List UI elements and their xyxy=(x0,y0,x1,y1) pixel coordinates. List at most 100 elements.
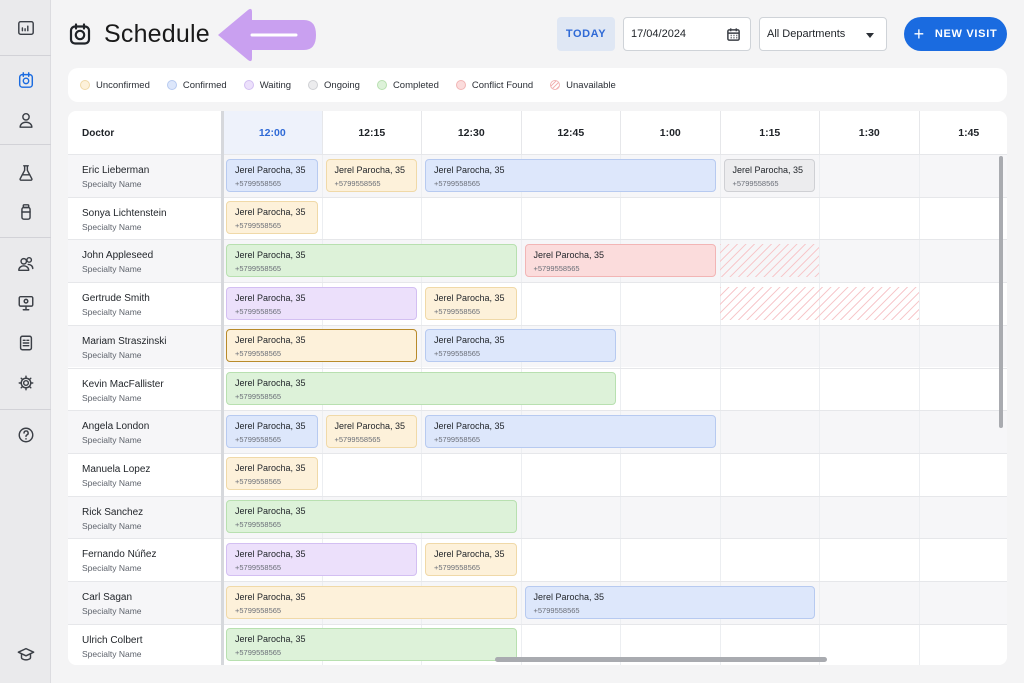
doctor-row[interactable]: Mariam Straszinski Specialty Name xyxy=(68,325,222,368)
appointment-card[interactable]: Jerel Parocha, 35 +5799558565 xyxy=(226,585,517,619)
new-visit-label: NEW VISIT xyxy=(934,28,998,40)
doctor-row[interactable]: John Appleseed Specialty Name xyxy=(68,239,222,282)
doctor-specialty: Specialty Name xyxy=(82,221,142,232)
appointment-card[interactable]: Jerel Parocha, 35 +5799558565 xyxy=(226,414,318,448)
patient-phone: +5799558565 xyxy=(235,605,282,615)
time-header: 12:00 xyxy=(222,111,322,154)
schedule-icon[interactable] xyxy=(0,62,51,98)
patient-phone: +5799558565 xyxy=(533,263,580,273)
patient-phone: +5799558565 xyxy=(235,434,282,444)
doctor-specialty: Specialty Name xyxy=(82,648,142,659)
page-title: Schedule xyxy=(104,19,210,48)
patient-phone: +5799558565 xyxy=(235,306,282,316)
appointment-card[interactable]: Jerel Parocha, 35 +5799558565 xyxy=(226,628,517,662)
appointment-card[interactable]: Jerel Parocha, 35 +5799558565 xyxy=(226,457,318,491)
patient-name: Jerel Parocha, 35 xyxy=(434,335,505,346)
patient-name: Jerel Parocha, 35 xyxy=(235,420,306,431)
patient-phone: +5799558565 xyxy=(434,306,481,316)
appointment-card[interactable]: Jerel Parocha, 35 +5799558565 xyxy=(425,158,716,192)
legend-swatch xyxy=(308,80,319,90)
appointment-card[interactable]: Jerel Parocha, 35 +5799558565 xyxy=(425,329,616,363)
legend-label: Confirmed xyxy=(182,79,227,91)
doctor-specialty: Specialty Name xyxy=(82,307,142,318)
legend-label: Unavailable xyxy=(566,79,616,91)
patient-name: Jerel Parocha, 35 xyxy=(334,164,406,175)
appointment-card[interactable]: Jerel Parocha, 35 +5799558565 xyxy=(425,414,716,448)
users-icon[interactable] xyxy=(0,246,51,282)
legend-label: Ongoing xyxy=(324,79,360,91)
legend-item-unc: Unconfirmed xyxy=(80,80,150,91)
doctor-name: Ulrich Colbert xyxy=(82,634,143,646)
legend-item-ong: Ongoing xyxy=(308,80,360,91)
doctor-row[interactable]: Kevin MacFallister Specialty Name xyxy=(68,368,222,411)
patient-name: Jerel Parocha, 35 xyxy=(235,164,306,175)
doctor-name: Manuela Lopez xyxy=(82,463,151,475)
appointment-card[interactable]: Jerel Parocha, 35 +5799558565 xyxy=(226,286,417,320)
doctor-name: Angela London xyxy=(82,421,150,433)
doctor-row[interactable]: Rick Sanchez Specialty Name xyxy=(68,496,222,539)
user-icon[interactable] xyxy=(0,102,51,138)
doctor-specialty: Specialty Name xyxy=(82,264,142,275)
calendar-clock-icon xyxy=(68,22,92,46)
appointment-card[interactable]: Jerel Parocha, 35 +5799558565 xyxy=(425,542,517,576)
new-visit-button[interactable]: + NEW VISIT xyxy=(904,17,1007,51)
doctor-row[interactable]: Fernando Núñez Specialty Name xyxy=(68,538,222,581)
doctor-row[interactable]: Sonya Lichtenstein Specialty Name xyxy=(68,197,222,240)
doctor-row[interactable]: Manuela Lopez Specialty Name xyxy=(68,453,222,496)
appointment-card[interactable]: Jerel Parocha, 35 +5799558565 xyxy=(524,585,815,619)
chevron-down-icon xyxy=(866,33,874,38)
today-button[interactable]: TODAY xyxy=(557,17,615,51)
appointment-card[interactable]: Jerel Parocha, 35 +5799558565 xyxy=(325,414,417,448)
legend-swatch xyxy=(243,80,254,90)
plus-icon: + xyxy=(913,24,925,44)
patient-name: Jerel Parocha, 35 xyxy=(434,548,505,559)
appointment-card[interactable]: Jerel Parocha, 35 +5799558565 xyxy=(723,158,815,192)
legend-swatch xyxy=(550,80,561,90)
department-select[interactable]: All Departments xyxy=(759,17,887,51)
appointment-card[interactable]: Jerel Parocha, 35 +5799558565 xyxy=(425,286,517,320)
bottle-icon[interactable] xyxy=(0,194,51,230)
help-icon[interactable] xyxy=(0,417,51,453)
doctor-row[interactable]: Ulrich Colbert Specialty Name xyxy=(68,624,222,665)
doctor-name: Fernando Núñez xyxy=(82,549,157,561)
appointment-card[interactable]: Jerel Parocha, 35 +5799558565 xyxy=(524,243,716,277)
legend-label: Conflict Found xyxy=(471,79,534,91)
page-header: Schedule xyxy=(68,16,210,52)
patient-phone: +5799558565 xyxy=(235,178,282,188)
doctor-row[interactable]: Gertrude Smith Specialty Name xyxy=(68,282,222,325)
patient-name: Jerel Parocha, 35 xyxy=(235,548,306,559)
gear-icon[interactable] xyxy=(0,365,51,401)
appointment-card[interactable]: Jerel Parocha, 35 +5799558565 xyxy=(226,542,417,576)
patient-phone: +5799558565 xyxy=(434,178,481,188)
unavailable-block xyxy=(719,286,919,320)
patient-phone: +5799558565 xyxy=(732,178,779,188)
appointment-card[interactable]: Jerel Parocha, 35 +5799558565 xyxy=(226,158,318,192)
patient-name: Jerel Parocha, 35 xyxy=(235,591,306,602)
flask-icon[interactable] xyxy=(0,155,51,191)
horizontal-scrollbar[interactable] xyxy=(495,657,827,662)
time-header: 12:45 xyxy=(520,111,621,154)
vertical-scrollbar[interactable] xyxy=(999,156,1003,428)
doctor-specialty: Specialty Name xyxy=(82,349,142,360)
appointment-card[interactable]: Jerel Parocha, 35 +5799558565 xyxy=(226,201,318,235)
appointment-card[interactable]: Jerel Parocha, 35 +5799558565 xyxy=(325,158,417,192)
doctor-name: Eric Lieberman xyxy=(82,165,150,176)
calendar-icon[interactable] xyxy=(726,27,741,42)
report-icon[interactable] xyxy=(0,325,51,361)
appointment-card[interactable]: Jerel Parocha, 35 +5799558565 xyxy=(226,372,616,405)
doctor-row[interactable]: Eric Lieberman Specialty Name xyxy=(68,154,222,197)
appointment-card[interactable]: Jerel Parocha, 35 +5799558565 xyxy=(226,243,517,277)
patient-name: Jerel Parocha, 35 xyxy=(533,591,605,602)
appointment-card[interactable]: Jerel Parocha, 35 +5799558565 xyxy=(226,329,417,363)
graduation-cap-icon[interactable] xyxy=(0,636,51,672)
doctor-row[interactable]: Angela London Specialty Name xyxy=(68,410,222,453)
legend-swatch xyxy=(80,80,90,90)
monitor-icon[interactable] xyxy=(0,285,51,321)
date-field[interactable]: 17/04/2024 xyxy=(623,17,751,51)
patient-name: Jerel Parocha, 35 xyxy=(235,292,306,303)
patient-name: Jerel Parocha, 35 xyxy=(434,420,505,431)
doctor-row[interactable]: Carl Sagan Specialty Name xyxy=(68,581,222,624)
dashboard-icon[interactable] xyxy=(0,10,51,46)
appointment-card[interactable]: Jerel Parocha, 35 +5799558565 xyxy=(226,500,517,534)
patient-phone: +5799558565 xyxy=(533,605,580,615)
